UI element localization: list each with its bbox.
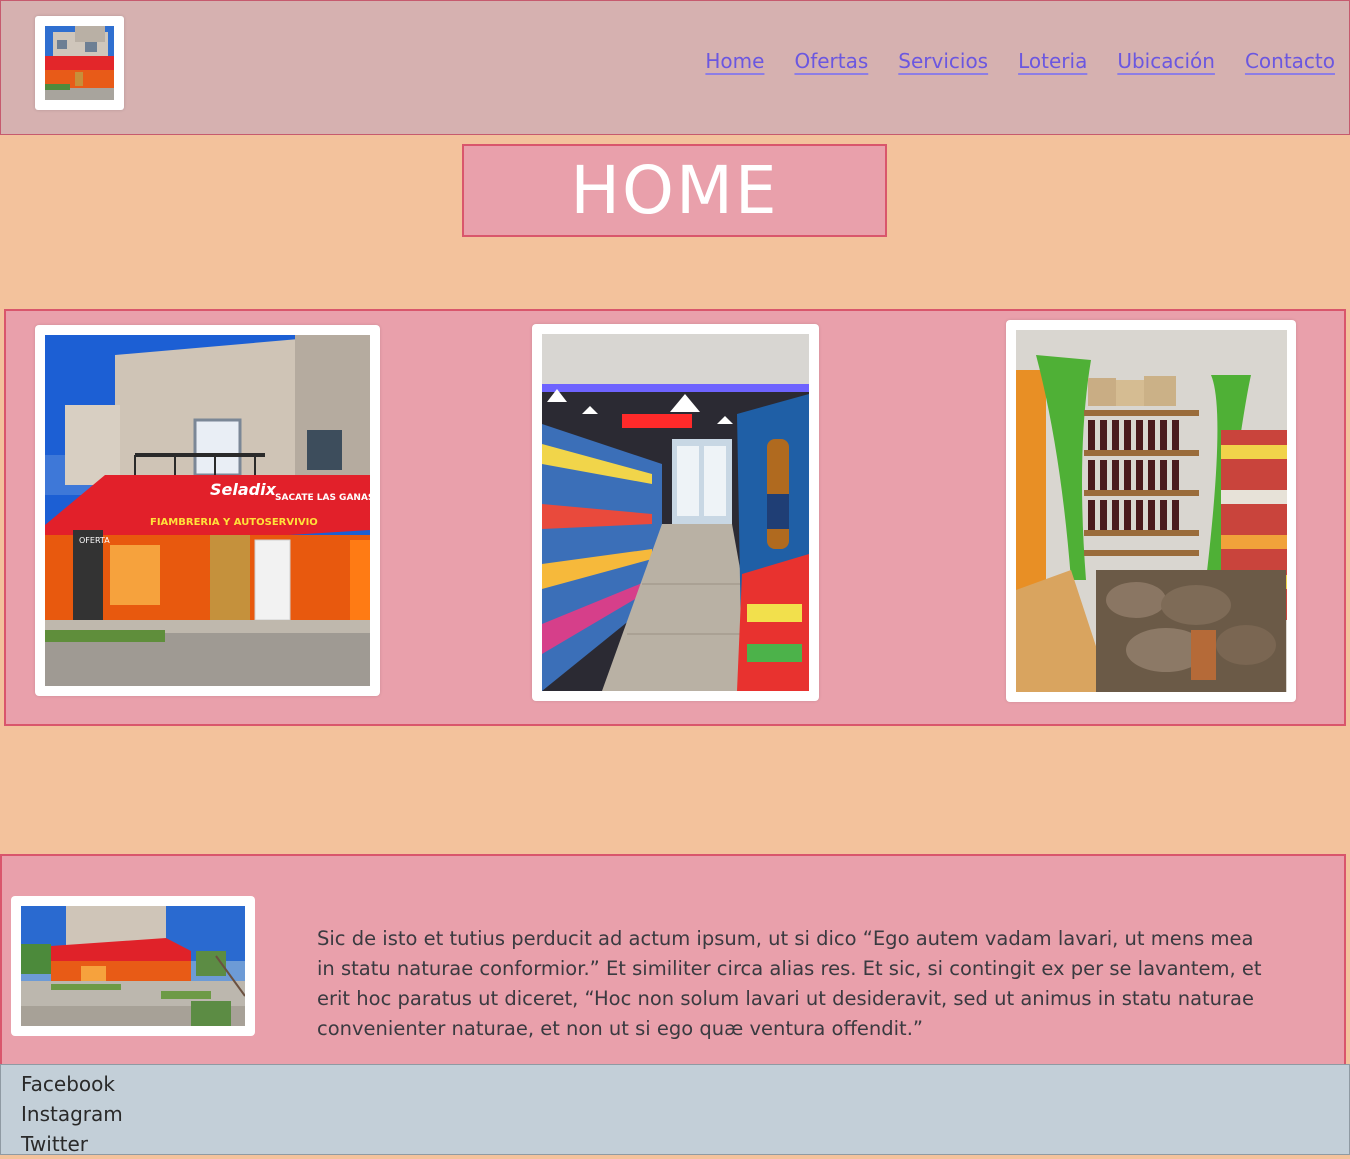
footer-link-facebook[interactable]: Facebook	[21, 1069, 1349, 1099]
storefront-sign-text: FIAMBRERIA Y AUTOSERVIVIO	[150, 517, 318, 528]
page-title-box: HOME	[462, 144, 887, 237]
logo-storefront-image	[45, 26, 114, 100]
footer-link-instagram[interactable]: Instagram	[21, 1099, 1349, 1129]
photo-gallery: Seladix SACATE LAS GANAS FIAMBRERIA Y AU…	[4, 309, 1346, 726]
logo[interactable]	[35, 16, 124, 110]
storefront-sign-slogan: SACATE LAS GANAS	[275, 493, 370, 503]
wine-shelf-image	[1016, 330, 1287, 692]
info-section: Sic de isto et tutius perducit ad actum …	[0, 854, 1346, 1067]
gallery-photo-wine-shelf[interactable]	[1006, 320, 1296, 702]
site-footer: Facebook Instagram Twitter	[0, 1064, 1350, 1156]
nav-link-contacto[interactable]: Contacto	[1245, 49, 1335, 73]
site-header: Home Ofertas Servicios Loteria Ubicación…	[0, 0, 1350, 135]
gallery-photo-storefront[interactable]: Seladix SACATE LAS GANAS FIAMBRERIA Y AU…	[35, 325, 380, 696]
social-links: Facebook Instagram Twitter	[1, 1065, 1349, 1159]
nav-link-servicios[interactable]: Servicios	[898, 49, 988, 73]
nav-link-home[interactable]: Home	[705, 49, 764, 73]
info-paragraph: Sic de isto et tutius perducit ad actum …	[317, 926, 1262, 1040]
storefront-sign-brand: Seladix	[210, 480, 277, 499]
main-nav: Home Ofertas Servicios Loteria Ubicación…	[705, 49, 1335, 73]
storefront-image: Seladix SACATE LAS GANAS FIAMBRERIA Y AU…	[45, 335, 370, 686]
storefront-side-sign: OFERTA	[79, 536, 110, 545]
page-title: HOME	[570, 152, 779, 229]
gallery-photo-aisle[interactable]	[532, 324, 819, 701]
info-photo[interactable]	[11, 896, 255, 1036]
store-street-image	[21, 906, 245, 1026]
nav-link-loteria[interactable]: Loteria	[1018, 49, 1087, 73]
nav-link-ubicacion[interactable]: Ubicación	[1117, 49, 1215, 73]
nav-link-ofertas[interactable]: Ofertas	[794, 49, 868, 73]
aisle-image	[542, 334, 809, 691]
